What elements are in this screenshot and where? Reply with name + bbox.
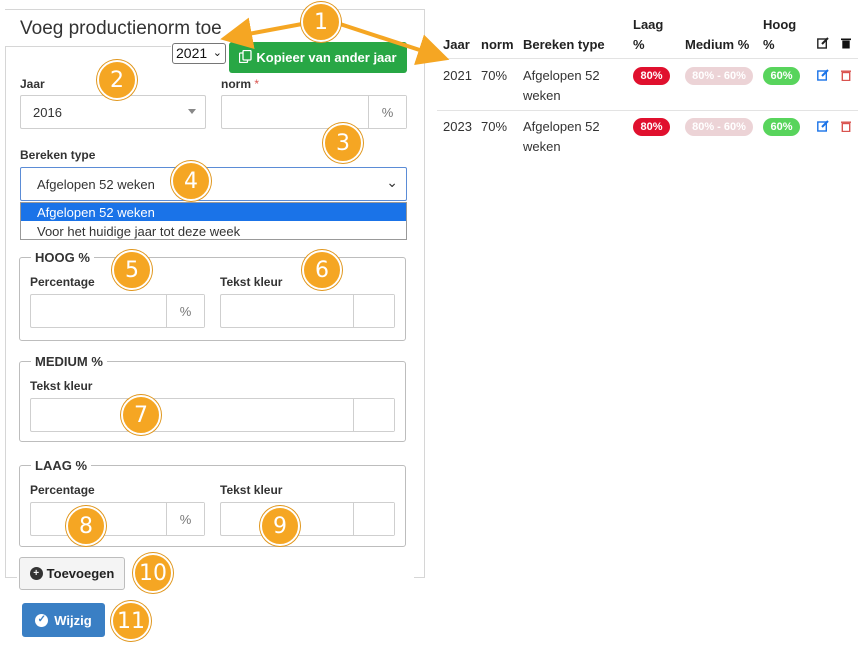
callout-11: 11: [111, 601, 151, 641]
callout-4: 4: [171, 161, 211, 201]
callout-5: 5: [112, 250, 152, 290]
callout-7: 7: [121, 395, 161, 435]
callout-9: 9: [260, 506, 300, 546]
callout-3: 3: [323, 123, 363, 163]
callout-10: 10: [133, 553, 173, 593]
callout-arrows: [220, 17, 450, 66]
callout-2: 2: [97, 60, 137, 100]
callout-8: 8: [66, 506, 106, 546]
callout-6: 6: [302, 250, 342, 290]
callout-1: 1: [301, 2, 341, 42]
